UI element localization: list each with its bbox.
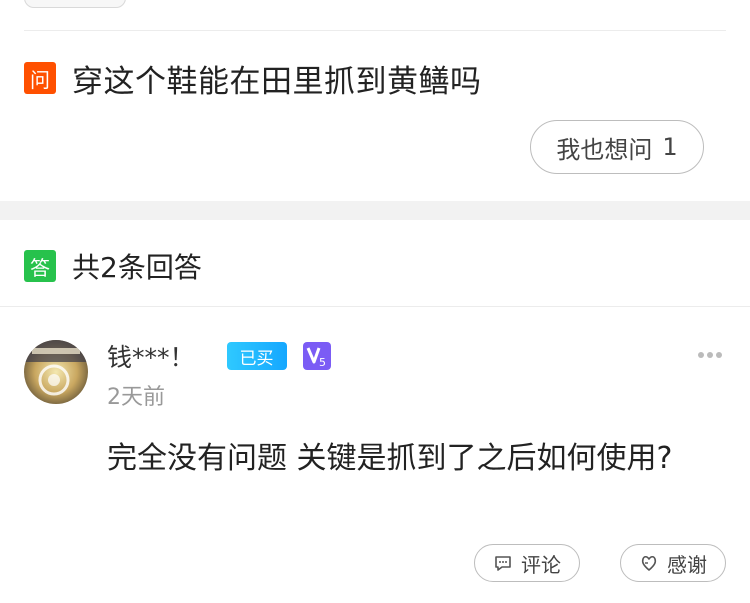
thanks-icon [641, 555, 657, 571]
answers-count: 共2条回答 [72, 251, 202, 284]
previous-section-button [24, 0, 126, 8]
answers-header: 答 共2条回答 [24, 246, 202, 286]
answer-time: 2天前 [107, 385, 165, 410]
also-ask-count: 1 [662, 133, 678, 161]
comment-label: 评论 [521, 552, 561, 577]
more-dots-icon[interactable] [697, 345, 723, 365]
comment-icon [495, 556, 511, 571]
section-separator [0, 201, 750, 220]
divider [0, 306, 750, 307]
thanks-label: 感谢 [667, 552, 707, 577]
question-row: 问 穿这个鞋能在田里抓到黄鳝吗 [24, 58, 482, 100]
answer-text: 完全没有问题 关键是抓到了之后如何使用? [107, 441, 673, 476]
divider [24, 30, 726, 31]
also-ask-button[interactable]: 我也想问 1 [530, 120, 704, 174]
bought-tag: 已买 [226, 342, 287, 370]
answer-user-row: 钱***！ 已买 5 [107, 339, 331, 373]
also-ask-label: 我也想问 [556, 135, 653, 164]
vip-badge-icon: 5 [302, 342, 331, 370]
comment-button[interactable]: 评论 [474, 544, 580, 582]
vip-level: 5 [319, 356, 326, 369]
question-badge: 问 [24, 62, 56, 94]
thanks-button[interactable]: 感谢 [620, 544, 726, 582]
question-text: 穿这个鞋能在田里抓到黄鳝吗 [72, 63, 482, 100]
avatar[interactable] [24, 340, 88, 404]
username[interactable]: 钱***！ [107, 338, 195, 374]
answer-badge: 答 [24, 250, 56, 282]
avatar-image [24, 340, 88, 404]
